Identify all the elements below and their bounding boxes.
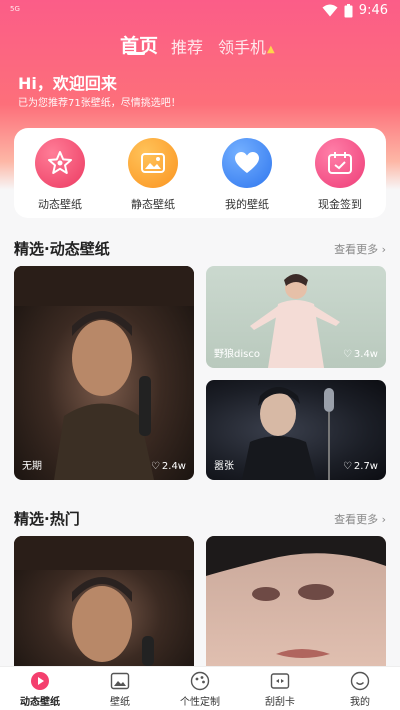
tile-caption: 无期: [22, 461, 42, 472]
category-label: 我的壁纸: [225, 198, 269, 211]
tile-caption: 嚣张: [214, 461, 234, 472]
view-more-label: 查看更多: [334, 513, 379, 526]
tabbar-scratch-card[interactable]: 刮刮卡: [240, 671, 320, 708]
heart-outline-icon: ♡: [342, 461, 352, 472]
image-icon: [128, 138, 178, 188]
section-title-dynamic: 精选·动态壁纸: [14, 240, 110, 258]
likes-count: ♡ 2.7w: [343, 461, 378, 472]
customize-icon: [160, 671, 240, 691]
tabbar-mine[interactable]: 我的: [320, 671, 400, 708]
calendar-icon: [315, 138, 365, 188]
wallpaper-tile-yelang-disco[interactable]: 野狼disco ♡ 3.4w: [206, 266, 386, 368]
tile-caption: 野狼disco: [214, 349, 260, 360]
section-title-hot: 精选·热门: [14, 510, 80, 528]
picture-icon: [80, 671, 160, 691]
wallpaper-thumbnail: [14, 266, 194, 480]
tabbar-label: 刮刮卡: [265, 697, 295, 708]
category-label: 动态壁纸: [38, 198, 82, 211]
category-label: 现金签到: [318, 198, 362, 211]
wifi-icon: [322, 4, 338, 17]
tabbar-dynamic-wallpaper[interactable]: 动态壁纸: [0, 671, 80, 708]
greeting-title: Hi，欢迎回来: [18, 74, 117, 93]
category-cash-checkin[interactable]: 现金签到: [300, 138, 380, 212]
tabbar-label: 动态壁纸: [20, 697, 60, 708]
wallpaper-thumbnail: [206, 536, 386, 658]
wallpaper-tile-hot-1[interactable]: [14, 536, 194, 666]
wallpaper-tile-hot-2[interactable]: [206, 536, 386, 666]
bottom-tab-bar: 动态壁纸 壁纸 个性定制 刮刮卡 我的: [0, 666, 400, 710]
smile-icon: [320, 671, 400, 691]
category-label: 静态壁纸: [131, 198, 175, 211]
tabbar-wallpaper[interactable]: 壁纸: [80, 671, 160, 708]
category-static-wallpaper[interactable]: 静态壁纸: [113, 138, 193, 212]
battery-icon: [344, 3, 353, 17]
view-more-label: 查看更多: [334, 243, 379, 256]
signal-text: 5G: [10, 5, 20, 13]
play-icon: [0, 671, 80, 691]
likes-value: 2.7w: [353, 461, 378, 472]
status-bar: 5G 9:46: [0, 0, 400, 24]
likes-value: 2.4w: [161, 461, 186, 472]
tabbar-label: 我的: [350, 697, 370, 708]
likes-count: ♡ 3.4w: [343, 349, 378, 360]
tabbar-label: 壁纸: [110, 697, 130, 708]
active-tab-indicator: [127, 52, 145, 55]
top-tabs: 首页 推荐 领手机▲: [0, 28, 400, 60]
wallpaper-tile-xiaozhang[interactable]: 嚣张 ♡ 2.7w: [206, 380, 386, 480]
star-icon: [35, 138, 85, 188]
likes-value: 3.4w: [353, 349, 378, 360]
tab-get-phone-label: 领手机: [218, 38, 267, 57]
wallpaper-tile-wuqi[interactable]: 无期 ♡ 2.4w: [14, 266, 194, 480]
wallpaper-thumbnail: [14, 536, 194, 666]
tab-recommend[interactable]: 推荐: [171, 34, 203, 58]
tab-get-phone[interactable]: 领手机▲: [218, 34, 275, 58]
fire-icon: ▲: [267, 44, 275, 55]
scratch-card-icon: [240, 671, 320, 691]
category-card: 动态壁纸 静态壁纸 我的壁纸 现金签到: [14, 128, 386, 218]
category-my-wallpaper[interactable]: 我的壁纸: [207, 138, 287, 212]
likes-count: ♡ 2.4w: [151, 461, 186, 472]
clock-time: 9:46: [358, 3, 388, 18]
view-more-hot[interactable]: 查看更多 ›: [334, 511, 386, 527]
heart-icon: [222, 138, 272, 188]
category-dynamic-wallpaper[interactable]: 动态壁纸: [20, 138, 100, 212]
heart-outline-icon: ♡: [342, 349, 352, 360]
heart-outline-icon: ♡: [150, 461, 160, 472]
view-more-dynamic[interactable]: 查看更多 ›: [334, 241, 386, 257]
greeting-subtitle: 已为您推荐71张壁纸，尽情挑选吧！: [18, 98, 181, 109]
tabbar-label: 个性定制: [180, 697, 220, 708]
tabbar-customize[interactable]: 个性定制: [160, 671, 240, 708]
